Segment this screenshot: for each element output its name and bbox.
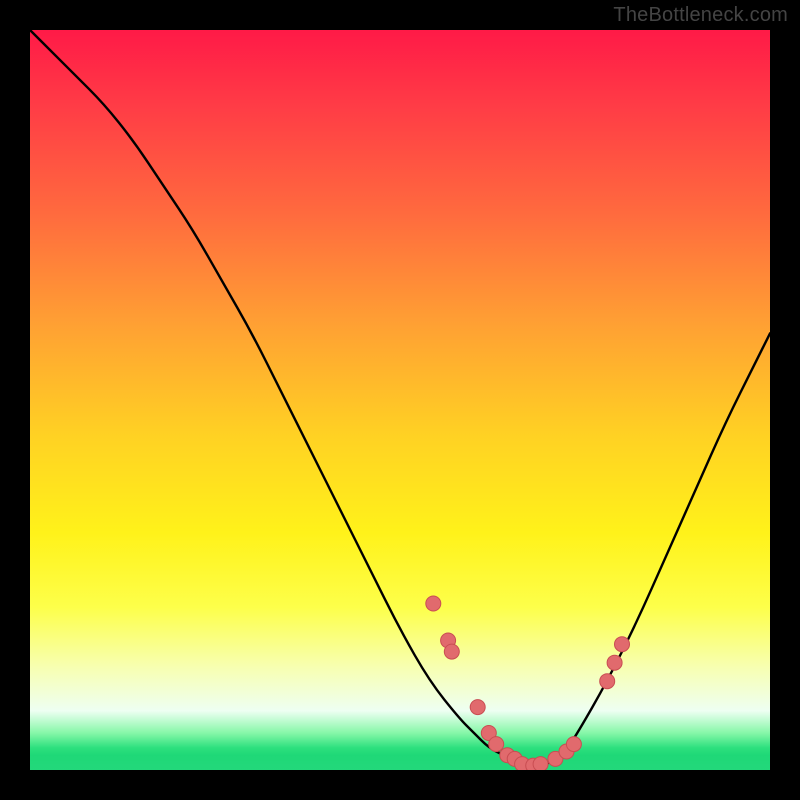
curve-dot bbox=[566, 737, 581, 752]
plot-area bbox=[30, 30, 770, 770]
watermark-label: TheBottleneck.com bbox=[613, 4, 788, 27]
curve-dot bbox=[533, 757, 548, 770]
curve-dot bbox=[615, 637, 630, 652]
curve-dot bbox=[426, 596, 441, 611]
curve-dot bbox=[600, 674, 615, 689]
curve-dot bbox=[489, 737, 504, 752]
bottleneck-curve bbox=[30, 30, 770, 765]
curve-layer bbox=[30, 30, 770, 770]
curve-dots-group bbox=[426, 596, 630, 770]
curve-dot bbox=[607, 655, 622, 670]
chart-container: TheBottleneck.com bbox=[0, 0, 800, 800]
curve-dot bbox=[444, 644, 459, 659]
curve-dot bbox=[470, 700, 485, 715]
